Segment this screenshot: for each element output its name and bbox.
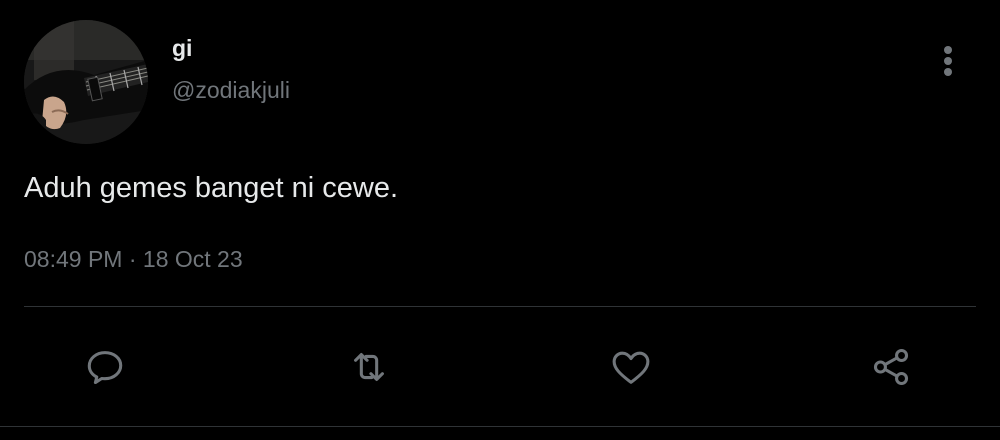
tweet-timestamp: 08:49 PM · 18 Oct 23 (24, 244, 243, 274)
display-name[interactable]: gi (172, 34, 192, 62)
vertical-dots-icon (944, 46, 952, 76)
bottom-divider (0, 426, 1000, 427)
tweet-date: 18 Oct 23 (142, 246, 243, 272)
retweet-button[interactable] (344, 342, 394, 392)
meta-separator: · (128, 246, 137, 272)
like-button[interactable] (606, 342, 656, 392)
tweet-text: Aduh gemes banget ni cewe. (24, 172, 399, 204)
avatar-guitar-image (24, 20, 148, 144)
tweet-time: 08:49 PM (24, 246, 123, 272)
tweet-detail: gi @zodiakjuli Aduh gemes banget ni cewe… (0, 0, 1000, 440)
avatar[interactable] (24, 20, 148, 144)
share-button[interactable] (866, 342, 916, 392)
more-options-button[interactable] (930, 40, 966, 84)
user-handle[interactable]: @zodiakjuli (172, 76, 290, 104)
reply-button[interactable] (80, 342, 130, 392)
reply-icon (87, 351, 123, 385)
heart-icon (612, 351, 650, 384)
divider (24, 306, 976, 307)
share-icon (873, 348, 909, 386)
retweet-icon (354, 353, 384, 381)
